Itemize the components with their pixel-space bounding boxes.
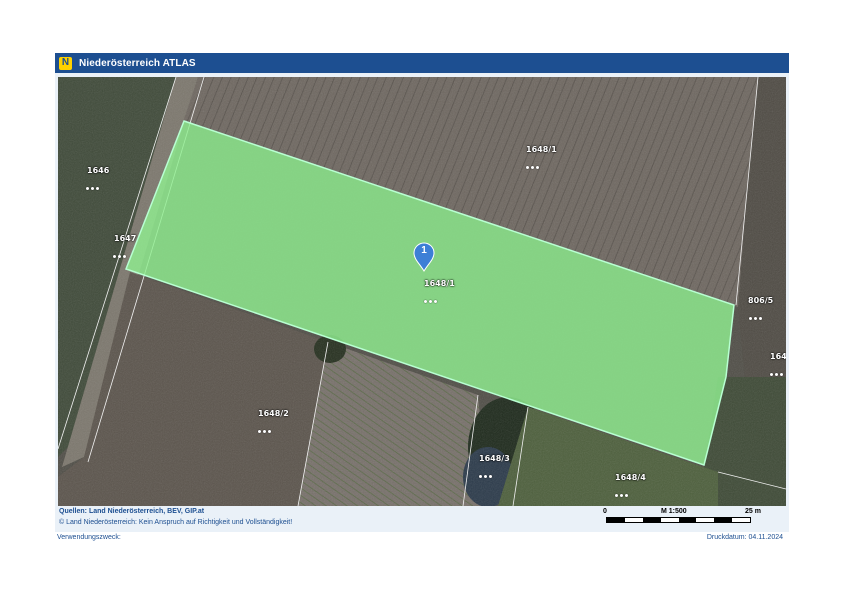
parcel-label-selected: 1648/1 xyxy=(424,279,455,288)
sources-text: Quellen: Land Niederösterreich, BEV, GIP… xyxy=(59,508,205,515)
map-view[interactable]: 1648/1 1646 1647 1648/1 806/5 164 1648/2… xyxy=(58,77,786,506)
parcel-dots xyxy=(86,177,104,190)
parcel-dots xyxy=(770,363,786,376)
parcel-dots xyxy=(258,420,276,433)
parcel-label: 1648/3 xyxy=(479,454,510,463)
pin-number: 1 xyxy=(421,245,427,256)
app-title: Niederösterreich ATLAS xyxy=(79,57,196,69)
parcel-label: 1648/2 xyxy=(258,409,289,418)
scale-bar: 0 M 1:500 25 m xyxy=(603,506,773,530)
parcel-dots xyxy=(424,290,442,303)
map-footer: Quellen: Land Niederösterreich, BEV, GIP… xyxy=(55,506,789,532)
parcel-dots xyxy=(113,245,131,258)
logo-letter: N xyxy=(61,57,70,68)
scale-end-label: 25 m xyxy=(745,508,761,515)
parcel-dots xyxy=(749,307,767,320)
noe-logo-icon: N xyxy=(59,56,72,70)
print-date: Druckdatum: 04.11.2024 xyxy=(706,534,783,541)
parcel-dots xyxy=(526,156,544,169)
scale-start-label: 0 xyxy=(603,508,607,515)
parcel-label: 164 xyxy=(770,352,786,361)
parcel-dots xyxy=(615,484,633,497)
copyright-text: © Land Niederösterreich: Kein Anspruch a… xyxy=(59,519,293,526)
parcel-label: 1648/1 xyxy=(526,145,557,154)
parcel-label: 1646 xyxy=(87,166,110,175)
scale-bar-graphic xyxy=(606,517,751,523)
print-page: N Niederösterreich ATLAS 1648/1 1646 164… xyxy=(0,0,841,595)
atlas-header: N Niederösterreich ATLAS xyxy=(55,53,789,73)
parcel-dots xyxy=(479,465,497,478)
parcel-label: 1648/4 xyxy=(615,473,646,482)
scale-ratio-label: M 1:500 xyxy=(661,508,687,515)
aerial-image xyxy=(58,77,786,506)
usage-label: Verwendungszweck: xyxy=(57,534,121,541)
parcel-label: 806/5 xyxy=(748,296,774,305)
parcel-label: 1647 xyxy=(114,234,137,243)
map-frame: N Niederösterreich ATLAS 1648/1 1646 164… xyxy=(55,53,789,532)
location-pin-icon[interactable]: 1 xyxy=(413,242,437,272)
